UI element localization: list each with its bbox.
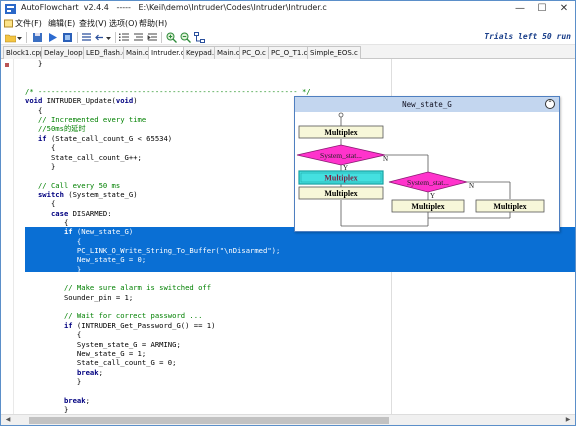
maximize-button[interactable]: ☐ — [531, 1, 553, 17]
code-line[interactable]: Sounder_pin = 1; — [25, 293, 133, 302]
app-window: AutoFlowchart v2.4.4 ----- E:\Keil\demo\… — [0, 0, 576, 426]
scroll-left-icon[interactable]: ◀ — [3, 415, 13, 425]
code-line[interactable]: } — [25, 59, 42, 68]
flowchart-branch-label: N — [469, 182, 474, 190]
flowchart-box-label: Multiplex — [411, 202, 444, 211]
code-line[interactable]: /* -------------------------------------… — [25, 87, 311, 96]
code-line[interactable]: break; — [25, 396, 90, 405]
zoom-in-icon[interactable] — [166, 32, 177, 43]
menu-bar: 文件(F) 编辑(E) 查找(V) 选项(O) 帮助(H) — [1, 17, 575, 30]
flowchart-panel[interactable]: New_state_G ⌃ Multiplex System_stat... N… — [294, 96, 560, 232]
title-bar: AutoFlowchart v2.4.4 ----- E:\Keil\demo\… — [1, 1, 575, 17]
trial-status-text: Trials left 50 run — [484, 32, 571, 41]
toolbar-separator — [77, 32, 78, 43]
code-line[interactable]: { — [25, 218, 68, 227]
flowchart-box-label: Multiplex — [324, 128, 357, 137]
stop-icon[interactable] — [62, 32, 73, 43]
toolbar-separator — [115, 32, 116, 43]
list-icon[interactable] — [119, 32, 130, 43]
code-line[interactable]: State_call_count_G = 0; — [25, 358, 177, 367]
menu-edit[interactable]: 编辑(E) — [48, 18, 75, 29]
toolbar-separator — [161, 32, 162, 43]
code-line[interactable]: // Call every 50 ms — [25, 181, 120, 190]
code-line[interactable]: if (State_call_count_G < 65534) — [25, 134, 172, 143]
editor-gutter[interactable] — [1, 59, 14, 414]
code-line[interactable]: switch (System_state_G) — [25, 190, 138, 199]
tab-pc-o-c[interactable]: PC_O.c — [239, 46, 269, 59]
code-line[interactable]: PC_LINK_O_Write_String_To_Buffer("\nDisa… — [25, 246, 280, 255]
flowchart-canvas[interactable]: Multiplex System_stat... N Y Multiplex M… — [295, 112, 559, 232]
flowchart-box-label: Multiplex — [493, 202, 526, 211]
code-line[interactable]: { — [25, 237, 81, 246]
code-line[interactable]: //50ms的延时 — [25, 124, 86, 133]
flowchart-branch-label: Y — [430, 192, 435, 200]
tab-pc-o-t1-c[interactable]: PC_O_T1.c — [268, 46, 311, 59]
code-line[interactable]: } — [25, 162, 55, 171]
menu-help[interactable]: 帮助(H) — [139, 18, 167, 29]
menu-file[interactable]: 文件(F) — [15, 18, 42, 29]
collapse-icon[interactable]: ⌃ — [545, 99, 555, 109]
save-icon[interactable] — [32, 32, 43, 43]
code-line[interactable]: System_state_G = ARMING; — [25, 340, 181, 349]
code-line[interactable]: void INTRUDER_Update(void) — [25, 96, 138, 105]
flowchart-icon[interactable] — [194, 32, 205, 43]
code-line[interactable]: { — [25, 106, 42, 115]
code-line[interactable]: if (New_state_G) — [25, 227, 133, 236]
tab-simple-eos-c[interactable]: Simple_EOS.c — [307, 46, 361, 59]
code-line[interactable]: } — [25, 405, 68, 414]
code-line[interactable]: { — [25, 330, 81, 339]
code-line[interactable]: case DISARMED: — [25, 209, 112, 218]
code-line[interactable]: New_state_G = 1; — [25, 349, 146, 358]
toolbar: Trials left 50 run — [1, 30, 575, 45]
flowchart-title: New_state_G — [295, 97, 559, 112]
file-menu-icon — [4, 19, 13, 28]
lines-icon[interactable] — [81, 32, 92, 43]
flowchart-decision-label: System_stat... — [320, 151, 362, 160]
code-line[interactable]: if (INTRUDER_Get_Password_G() == 1) — [25, 321, 215, 330]
flowchart-box-label: Multiplex — [324, 189, 357, 198]
scrollbar-thumb[interactable] — [29, 417, 389, 424]
code-line[interactable]: New_state_G = 0; — [25, 255, 146, 264]
code-line[interactable]: } — [25, 377, 81, 386]
align-icon[interactable] — [133, 32, 144, 43]
open-folder-icon[interactable] — [5, 32, 16, 43]
code-line[interactable]: { — [25, 143, 55, 152]
code-line[interactable]: // Wait for correct password ... — [25, 311, 202, 320]
zoom-out-icon[interactable] — [180, 32, 191, 43]
window-title: AutoFlowchart v2.4.4 ----- E:\Keil\demo\… — [21, 3, 327, 12]
horizontal-scrollbar[interactable]: ◀ ▶ — [1, 414, 575, 425]
flowchart-branch-label: N — [383, 155, 388, 163]
navigate-back-icon[interactable] — [94, 32, 105, 43]
flowchart-decision-label: System_stat... — [407, 178, 449, 187]
run-icon[interactable] — [47, 32, 58, 43]
menu-options[interactable]: 选项(O) — [109, 18, 138, 29]
code-line[interactable]: break; — [25, 368, 103, 377]
code-line[interactable]: } — [25, 265, 81, 274]
minimize-button[interactable]: — — [509, 1, 531, 17]
tab-intruder-c[interactable]: Intruder.c — [148, 46, 188, 60]
code-line[interactable]: // Make sure alarm is switched off — [25, 283, 211, 292]
code-line[interactable]: { — [25, 199, 55, 208]
menu-find[interactable]: 查找(V) — [79, 18, 107, 29]
indent-icon[interactable] — [147, 32, 158, 43]
code-line[interactable]: State_call_count_G++; — [25, 153, 142, 162]
code-line[interactable]: // Incremented every time — [25, 115, 146, 124]
dropdown-arrow-icon[interactable] — [17, 32, 22, 43]
app-logo-icon — [5, 4, 16, 14]
close-button[interactable]: ✕ — [553, 1, 575, 17]
bookmark-marker — [5, 63, 9, 67]
flowchart-box-label: Multiplex — [324, 174, 357, 183]
dropdown-arrow-icon[interactable] — [106, 32, 111, 43]
scroll-right-icon[interactable]: ▶ — [563, 415, 573, 425]
toolbar-separator — [26, 32, 27, 43]
file-tab-strip: Block1.cpp Delay_loop.c LED_flash.c Main… — [1, 45, 575, 60]
